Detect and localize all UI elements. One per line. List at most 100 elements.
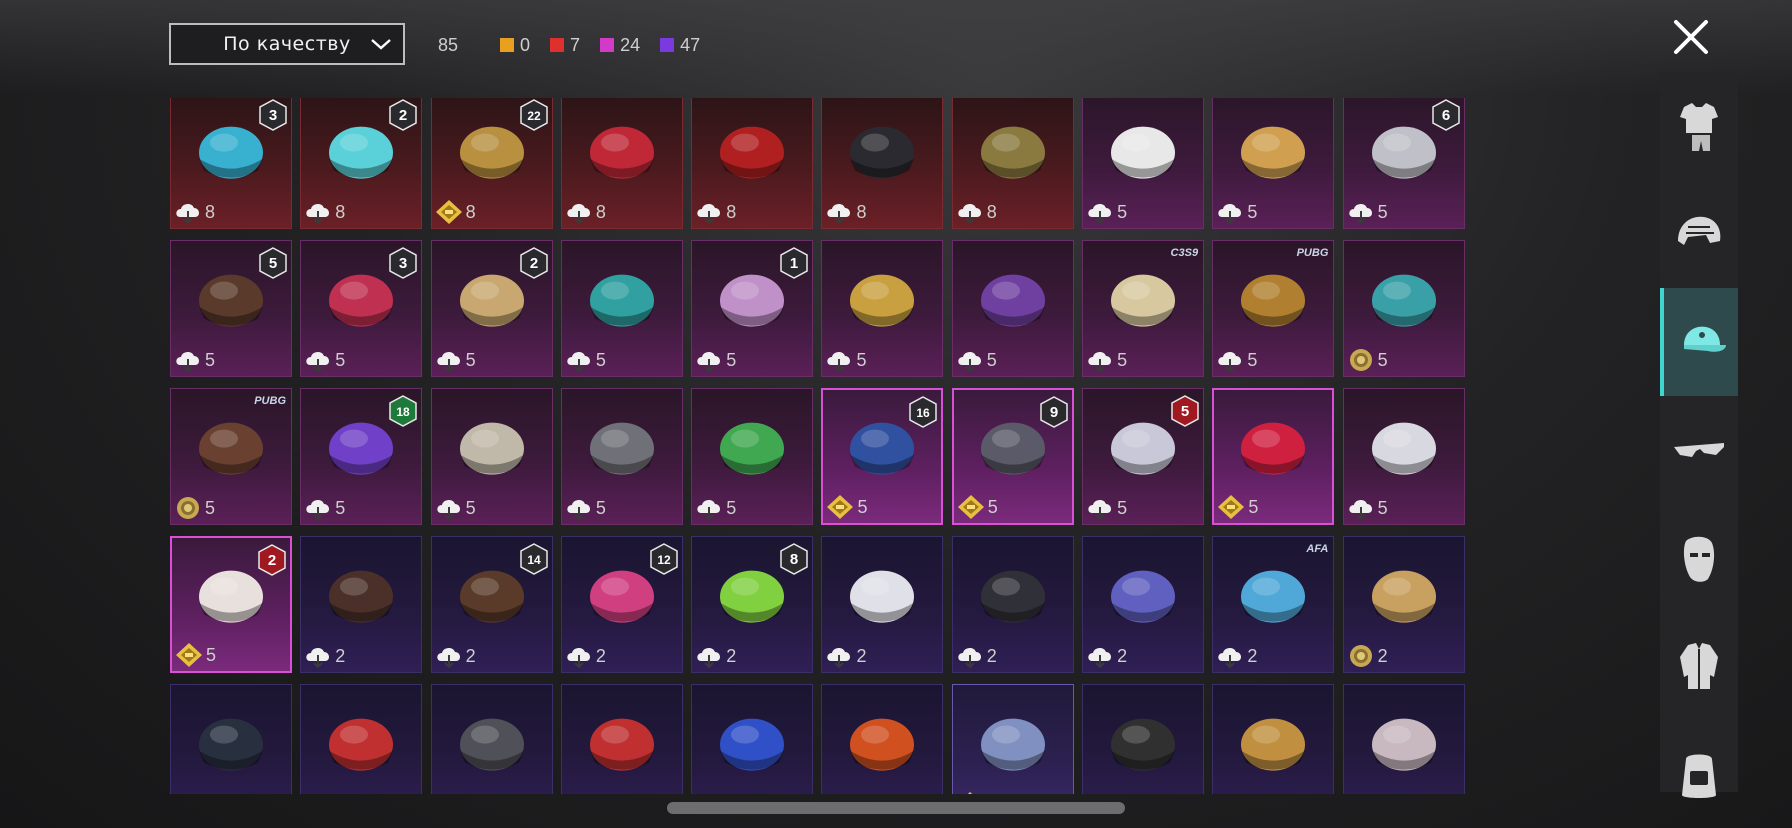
category-jacket[interactable] bbox=[1660, 612, 1738, 720]
category-glasses[interactable] bbox=[1660, 396, 1738, 504]
level-badge: 9 bbox=[1040, 396, 1068, 428]
item-card-light-blue-cap[interactable]: 2 bbox=[951, 684, 1074, 794]
item-card-teal-monkey-mask[interactable]: 5 bbox=[1342, 240, 1465, 377]
level-badge-text: 14 bbox=[527, 553, 541, 567]
item-card-galaxy-cap[interactable]: 2 bbox=[1082, 536, 1205, 673]
item-card-red-horn-mask[interactable]: 8 bbox=[560, 98, 683, 229]
horizontal-scrollbar[interactable] bbox=[667, 802, 1125, 814]
level-badge-text: 5 bbox=[1181, 403, 1189, 420]
item-price: 5 bbox=[1086, 495, 1127, 521]
item-card-gold-moto-helmet[interactable]: PUBG 5 bbox=[1212, 240, 1335, 377]
purple-square-icon bbox=[660, 38, 675, 52]
item-card-grey-headset-cap[interactable]: 2 bbox=[430, 684, 553, 794]
item-price: 5 bbox=[825, 347, 867, 373]
item-card-dark-horn-helmet[interactable]: 8 bbox=[821, 98, 944, 229]
item-card-bunny-head[interactable]: 25 bbox=[170, 536, 292, 673]
item-card-conical-straw-hat[interactable]: 95 bbox=[951, 388, 1074, 525]
item-quantity: 2 bbox=[856, 794, 866, 795]
item-card-blue-robot-helmet[interactable]: 16 5 bbox=[821, 388, 944, 525]
cloud-download-icon bbox=[1216, 199, 1244, 225]
category-outfit[interactable] bbox=[1660, 72, 1738, 180]
gas-mask-icon bbox=[1098, 706, 1188, 786]
item-card-jester-hat[interactable]: 35 bbox=[300, 240, 423, 377]
item-card-teal-feather-horse[interactable]: 5 bbox=[560, 240, 683, 377]
item-price: 8 bbox=[825, 199, 867, 225]
item-card-purple-headset-hat[interactable]: 18 5 bbox=[300, 388, 423, 525]
item-quantity: 8 bbox=[726, 201, 737, 222]
item-card-cat-ear-hair[interactable]: 55 bbox=[170, 240, 292, 377]
item-price: 5 bbox=[435, 495, 476, 521]
item-card-panda-head[interactable]: 5 bbox=[1082, 98, 1205, 229]
item-card-cap-long-hair[interactable]: 14 2 bbox=[430, 536, 553, 673]
item-card-hedgehog-visor[interactable]: 5 bbox=[1212, 98, 1335, 229]
cloud-download-icon bbox=[304, 791, 332, 794]
red-horn-mask-icon bbox=[577, 114, 667, 194]
cloud-download-icon bbox=[825, 643, 853, 669]
item-quantity: 5 bbox=[1377, 201, 1388, 222]
jacket-icon bbox=[1680, 643, 1718, 689]
cloud-download-icon bbox=[956, 643, 984, 669]
cloud-download-icon bbox=[435, 791, 463, 794]
item-card-orange-hair-helmet[interactable]: 2 bbox=[821, 684, 944, 795]
category-mask[interactable] bbox=[1660, 504, 1738, 612]
item-card-blue-cricket-helmet[interactable]: 2 bbox=[691, 684, 814, 794]
item-card-pharaoh-helmet[interactable]: 8 bbox=[951, 98, 1074, 229]
item-card-green-skull-hair[interactable]: 82 bbox=[691, 536, 814, 673]
category-cap[interactable] bbox=[1660, 288, 1738, 396]
cloud-download-icon bbox=[435, 347, 463, 373]
item-card-white-blue-cap[interactable]: 2 bbox=[821, 536, 944, 673]
item-quantity: 5 bbox=[726, 497, 737, 518]
outfit-icon bbox=[1680, 103, 1718, 151]
category-backpack[interactable] bbox=[1660, 720, 1738, 828]
item-card-navy-beanie[interactable]: 2 bbox=[170, 684, 292, 794]
item-card-gas-mask-beanie[interactable]: PUBG 5 bbox=[170, 388, 292, 525]
item-card-football-helmet[interactable]: 2 bbox=[560, 684, 683, 795]
level-badge-text: 2 bbox=[268, 552, 276, 569]
diamond-icon bbox=[957, 494, 985, 520]
item-price: 2 bbox=[1086, 643, 1127, 669]
item-price: 2 bbox=[565, 791, 606, 795]
close-button[interactable] bbox=[1668, 14, 1714, 60]
item-card-blonde-beanie-hair[interactable]: 25 bbox=[430, 240, 553, 377]
item-card-devil-horns[interactable]: 5 bbox=[1212, 388, 1335, 525]
category-helmet[interactable] bbox=[1660, 180, 1738, 288]
cloud-download-icon bbox=[825, 347, 853, 373]
item-quantity: 5 bbox=[595, 349, 606, 370]
item-card-bunny-ear-helmet[interactable]: 12 2 bbox=[560, 536, 683, 673]
item-card-frog-cowboy[interactable]: 5 bbox=[691, 388, 814, 525]
item-card-grey-wolf-mask[interactable]: 5 bbox=[560, 388, 683, 525]
item-card-gas-mask[interactable]: 2 bbox=[1082, 684, 1205, 794]
item-card-sky-blue-cap[interactable]: AFA 2 bbox=[1212, 536, 1335, 673]
item-card-red-gold-cap[interactable]: 2 bbox=[300, 684, 423, 794]
item-quantity: 2 bbox=[596, 794, 606, 795]
item-card-blonde-wavy-hair[interactable]: 2 bbox=[1342, 536, 1465, 673]
item-card-pastel-pigtails[interactable]: 15 bbox=[691, 240, 814, 377]
cloud-download-icon bbox=[1086, 347, 1114, 373]
cloud-download-icon bbox=[1086, 791, 1114, 794]
item-card-mustard-beanie[interactable]: 2 bbox=[1212, 684, 1335, 794]
item-card-gold-blade-helmet[interactable]: 22 8 bbox=[430, 98, 553, 229]
item-card-teal-bucket-hat[interactable]: 28 bbox=[300, 98, 423, 229]
item-card-red-visor-helmet[interactable]: 8 bbox=[691, 98, 814, 229]
item-card-cat-ear-hat[interactable]: 55 bbox=[1082, 388, 1205, 525]
item-quantity: 5 bbox=[465, 497, 476, 518]
item-card-purple-tribal-mask[interactable]: 5 bbox=[951, 240, 1074, 377]
item-price: 8 bbox=[304, 199, 345, 225]
sort-dropdown[interactable]: По качеству bbox=[169, 23, 405, 65]
item-card-white-bucket-hat[interactable]: 5 bbox=[1342, 388, 1465, 525]
item-card-green-clown-hair[interactable]: 38 bbox=[170, 98, 292, 229]
cloud-download-icon bbox=[174, 199, 202, 225]
item-card-striped-knit-cap[interactable]: 2 bbox=[1342, 684, 1465, 794]
item-card-dreadlock-lion[interactable]: 5 bbox=[430, 388, 553, 525]
item-card-gold-dragon-helmet[interactable]: 5 bbox=[821, 240, 944, 377]
item-quantity: 5 bbox=[1377, 349, 1388, 370]
item-card-silver-knight-helmet[interactable]: 65 bbox=[1342, 98, 1465, 229]
cloud-download-icon bbox=[174, 791, 202, 794]
gold-dragon-helmet-icon bbox=[837, 262, 927, 342]
item-card-bandana-bear[interactable]: С3S9 5 bbox=[1082, 240, 1205, 377]
item-card-black-gold-helmet[interactable]: 2 bbox=[951, 536, 1074, 673]
item-card-goggle-afro[interactable]: 2 bbox=[300, 536, 423, 673]
item-quantity: 5 bbox=[726, 349, 737, 370]
item-quantity: 5 bbox=[465, 349, 476, 370]
item-quantity: 5 bbox=[986, 349, 997, 370]
